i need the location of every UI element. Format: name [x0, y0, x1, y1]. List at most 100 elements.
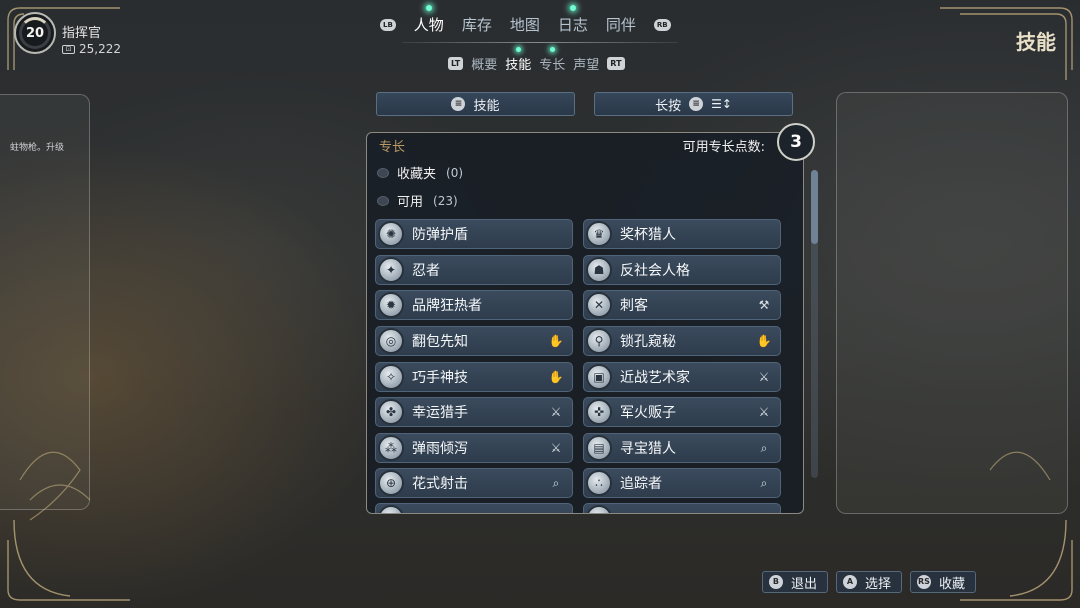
- hand-icon: ✋: [548, 334, 564, 348]
- tab-character[interactable]: 人物: [414, 5, 444, 35]
- rs-button-icon: RS: [916, 575, 931, 589]
- rb-bumper-icon[interactable]: RB: [653, 18, 671, 31]
- rt-trigger-icon[interactable]: RT: [607, 57, 625, 70]
- search-icon: ⌕: [760, 441, 768, 455]
- notification-dot: [550, 47, 556, 52]
- perk-points-label: 可用专长点数:: [682, 140, 765, 155]
- knife-icon: ⚔: [758, 370, 770, 384]
- tab-companions[interactable]: 同伴: [606, 14, 636, 35]
- lt-trigger-icon[interactable]: LT: [448, 57, 464, 70]
- perk-item[interactable]: ✤ 幸运猎手 ⚔: [375, 397, 573, 427]
- hand-skill-icon: ✧: [378, 364, 404, 390]
- right-preview-panel: [836, 92, 1068, 514]
- perk-item[interactable]: ◎ 翻包先知 ✋: [375, 326, 573, 356]
- bullets-icon: ⁂: [378, 435, 404, 461]
- button-hints: B 退出 A 选择 RS 收藏: [761, 571, 976, 593]
- collapse-icon: [377, 195, 389, 206]
- hand-icon: ✋: [548, 370, 564, 384]
- category-available[interactable]: 可用 (23): [377, 191, 458, 210]
- perk-item[interactable]: ☗ 反社会人格: [583, 255, 781, 285]
- perk-item[interactable]: ✧ 巧手神技 ✋: [375, 362, 573, 392]
- search-icon: ⌕: [760, 476, 768, 490]
- ninja-icon: ✦: [378, 257, 404, 283]
- menu-icon: ≡: [689, 97, 704, 111]
- notification-dot: [516, 47, 522, 52]
- perk-points-badge: 3: [777, 123, 815, 161]
- currency-display: ⊡ 25,222: [62, 42, 121, 56]
- subtab-overview[interactable]: 概要: [471, 54, 497, 73]
- target-icon: ⊕: [378, 470, 404, 496]
- perk-item[interactable]: ▤ 寻宝猎人 ⌕: [583, 433, 781, 463]
- sub-tab-bar: LT 概要 技能 专长 声望 RT: [448, 47, 625, 73]
- favorite-hint[interactable]: RS 收藏: [909, 571, 976, 593]
- chest-icon: ▤: [586, 435, 612, 461]
- hand-icon: ✋: [756, 334, 772, 348]
- knife-icon: ⚔: [550, 441, 562, 455]
- panel-title: 专长: [379, 140, 406, 155]
- credits-icon: ⊡: [62, 44, 75, 54]
- scroll-thumb[interactable]: [811, 170, 818, 244]
- clover-icon: ✤: [378, 399, 404, 425]
- perk-icon: [586, 505, 612, 513]
- exit-hint[interactable]: B 退出: [761, 571, 828, 593]
- tab-divider: [402, 42, 678, 43]
- collapse-icon: [377, 167, 389, 178]
- perk-item[interactable]: ▣ 近战艺术家 ⚔: [583, 362, 781, 392]
- perk-item[interactable]: ✺ 防弹护盾: [375, 219, 573, 249]
- tracks-icon: ∴: [586, 470, 612, 496]
- subtab-skills[interactable]: 技能: [505, 47, 531, 73]
- sort-icon: ☰↕: [711, 97, 732, 111]
- crossed-blades-icon: ✕: [586, 292, 612, 318]
- perk-item[interactable]: ✦ 忍者: [375, 255, 573, 285]
- perk-item[interactable]: ∴ 追踪者 ⌕: [583, 468, 781, 498]
- trophy-icon: ♛: [586, 221, 612, 247]
- main-tab-bar: LB 人物 库存 地图 日志 同伴 RB: [380, 5, 671, 35]
- perk-list-scrollbar[interactable]: [811, 170, 818, 478]
- subtab-perks[interactable]: 专长: [539, 47, 565, 73]
- left-preview-panel: [0, 94, 90, 510]
- search-icon: ⌕: [552, 476, 560, 490]
- knife-icon: ⚔: [758, 405, 770, 419]
- perk-item[interactable]: ✹ 品牌狂热者: [375, 290, 573, 320]
- badge-icon: ✹: [378, 292, 404, 318]
- perk-icon: [378, 505, 404, 513]
- perk-item[interactable]: ⊕ 花式射击 ⌕: [375, 468, 573, 498]
- player-profile: 20 指挥官 ⊡ 25,222: [14, 12, 121, 56]
- level-number: 20: [25, 25, 45, 41]
- melee-icon: ▣: [586, 364, 612, 390]
- sort-hold-button[interactable]: 长按 ≡ ☰↕: [594, 92, 793, 116]
- category-favorites[interactable]: 收藏夹 (0): [377, 163, 463, 182]
- b-button-icon: B: [768, 575, 783, 589]
- perk-item[interactable]: ♛ 奖杯猎人: [583, 219, 781, 249]
- tab-inventory[interactable]: 库存: [462, 14, 492, 35]
- notification-dot: [425, 5, 432, 11]
- perk-item[interactable]: [375, 503, 573, 513]
- perk-item[interactable]: ⚲ 锁孔窥秘 ✋: [583, 326, 781, 356]
- tab-journal[interactable]: 日志: [558, 5, 588, 35]
- shield-burst-icon: ✺: [378, 221, 404, 247]
- subtab-reputation[interactable]: 声望: [573, 54, 599, 73]
- perks-panel: 专长 可用专长点数: 收藏夹 (0) 可用 (23) ✺ 防弹护盾 ♛ 奖杯猎人 ✦…: [366, 132, 804, 514]
- gun-icon: ✜: [586, 399, 612, 425]
- skills-filter-button[interactable]: ≡ 技能: [376, 92, 575, 116]
- perk-item[interactable]: [583, 503, 781, 513]
- currency-amount: 25,222: [79, 42, 121, 56]
- tab-map[interactable]: 地图: [510, 14, 540, 35]
- screen-title: 技能: [1016, 30, 1056, 54]
- lb-bumper-icon[interactable]: LB: [380, 18, 396, 31]
- tool-icon: ⚒: [758, 298, 770, 312]
- perk-item[interactable]: ✜ 军火贩子 ⚔: [583, 397, 781, 427]
- panel-header: 专长 可用专长点数:: [367, 133, 803, 159]
- mask-icon: ☗: [586, 257, 612, 283]
- notification-dot: [569, 5, 576, 11]
- eye-bag-icon: ◎: [378, 328, 404, 354]
- menu-icon: ≡: [451, 97, 466, 111]
- left-panel-text: 蛀物枪。升级: [10, 143, 65, 153]
- keyhole-icon: ⚲: [586, 328, 612, 354]
- player-name: 指挥官: [62, 26, 102, 41]
- a-button-icon: A: [842, 575, 857, 589]
- perk-item[interactable]: ⁂ 弹雨倾泻 ⚔: [375, 433, 573, 463]
- level-badge: 20: [14, 12, 56, 54]
- perk-item[interactable]: ✕ 刺客 ⚒: [583, 290, 781, 320]
- select-hint[interactable]: A 选择: [835, 571, 902, 593]
